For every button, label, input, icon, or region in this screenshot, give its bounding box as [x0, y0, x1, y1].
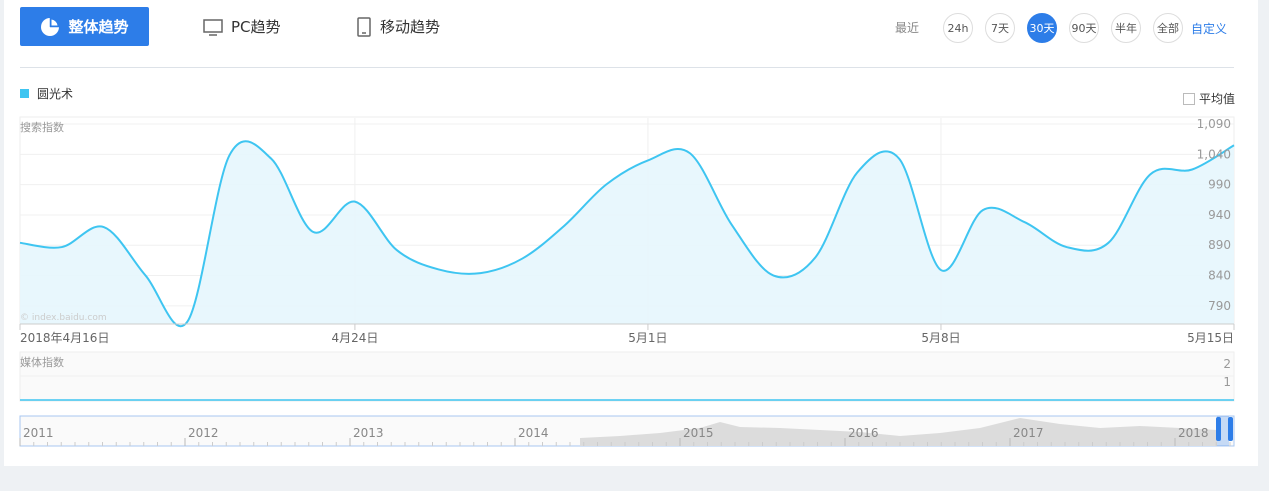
series-area [20, 141, 1234, 327]
trend-chart: 搜索指数 790 840 890 940 990 1,040 1,090 2018年4月16… [19, 116, 1235, 447]
navigator-year-label: 2011 [23, 426, 54, 440]
x-tick-label: 5月8日 [921, 331, 960, 345]
x-tick-label: 5月15日 [1187, 331, 1234, 345]
navigator-year-label: 2013 [353, 426, 384, 440]
media-y-tick-label: 2 [1223, 357, 1231, 371]
y-tick-label: 890 [1208, 238, 1231, 252]
navigator-right-handle[interactable] [1228, 417, 1233, 441]
search-index-label: 搜索指数 [20, 120, 64, 134]
y-tick-label: 1,090 [1197, 117, 1231, 131]
navigator-year-label: 2012 [188, 426, 219, 440]
navigator-year-label: 2014 [518, 426, 549, 440]
y-tick-label: 1,040 [1197, 147, 1231, 161]
x-tick-label: 4月24日 [331, 331, 378, 345]
x-tick-label: 2018年4月16日 [20, 331, 109, 345]
y-tick-label: 940 [1208, 208, 1231, 222]
y-tick-label: 790 [1208, 299, 1231, 313]
navigator-year-label: 2017 [1013, 426, 1044, 440]
media-index-label: 媒体指数 [20, 355, 64, 369]
media-y-tick-label: 1 [1223, 375, 1231, 389]
navigator-year-label: 2018 [1178, 426, 1209, 440]
x-tick-label: 5月1日 [628, 331, 667, 345]
y-tick-label: 990 [1208, 178, 1231, 192]
navigator-year-label: 2016 [848, 426, 879, 440]
navigator-left-handle[interactable] [1216, 417, 1221, 441]
navigator-year-label: 2015 [683, 426, 714, 440]
y-tick-label: 840 [1208, 269, 1231, 283]
watermark: © index.baidu.com [20, 313, 107, 323]
